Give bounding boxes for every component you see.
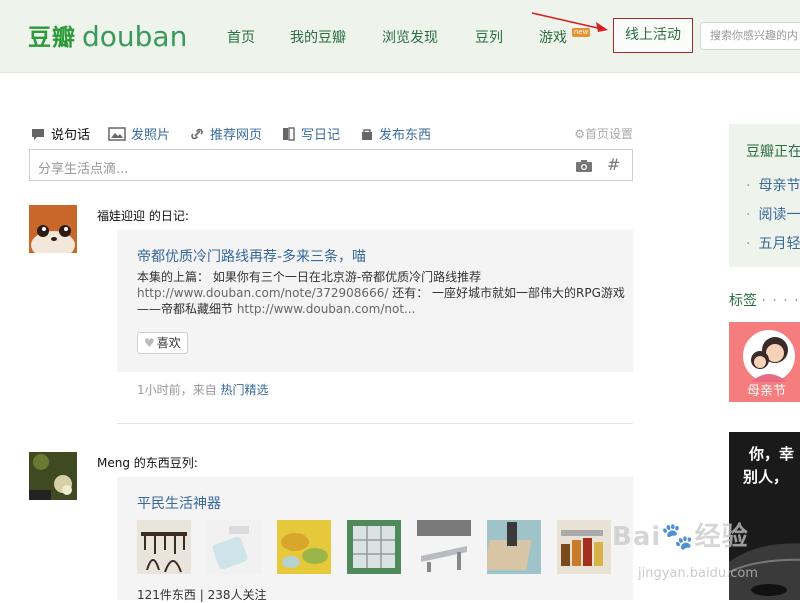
hashtag-icon[interactable]: # — [607, 155, 620, 174]
hot-picks-link[interactable]: 热门精选 — [220, 383, 268, 397]
promo-label: 母亲节 — [747, 384, 787, 399]
trending-item[interactable]: 五月轻 — [746, 233, 800, 253]
bag-icon — [362, 128, 372, 140]
status-composer-input[interactable]: 分享生活点滴... # — [29, 149, 633, 181]
thumb-coat-hooks[interactable] — [137, 520, 191, 574]
tags-label: 标签 — [729, 293, 757, 309]
thumb-lunch-boxes[interactable] — [277, 520, 331, 574]
trending-title: 豆瓣正在 — [746, 144, 800, 160]
fox-avatar-image — [29, 205, 77, 253]
feed-timestamp: 1小时前，来自 热门精选 — [137, 381, 268, 398]
excerpt-url-2[interactable]: http://www.douban.com/not... — [237, 302, 416, 316]
feed-divider — [117, 423, 633, 424]
mothers-day-promo[interactable]: 母亲节 — [729, 322, 800, 402]
trending-box: 豆瓣正在 母亲节 阅读一 五月轻 — [729, 124, 800, 267]
online-activity-button[interactable]: 线上活动 — [613, 18, 693, 53]
heart-icon: ♥ — [144, 336, 155, 350]
search-input[interactable]: 搜索你感兴趣的内 — [700, 22, 800, 50]
feed-author-line: Meng 的东西豆列: — [97, 456, 198, 470]
camera-icon[interactable] — [575, 159, 593, 173]
excerpt-line-2-text: 还有： 一座好城市就如一部伟大的RPG游戏 — [388, 286, 625, 300]
post-photo-button[interactable]: 发照片 — [108, 124, 170, 143]
excerpt-url-1[interactable]: http://www.douban.com/note/372908666/ — [137, 286, 388, 300]
trending-item[interactable]: 母亲节 — [746, 175, 800, 195]
excerpt-line-2: http://www.douban.com/note/372908666/ 还有… — [137, 285, 625, 301]
thumb-storage-rack[interactable] — [347, 520, 401, 574]
thumb-floor-mat[interactable] — [487, 520, 541, 574]
composer-actions: 说句话 发照片 推荐网页 写日记 发布东西 ⚙首页设置 — [30, 124, 633, 143]
gear-icon: ⚙ — [574, 127, 585, 141]
write-diary-label: 写日记 — [301, 128, 341, 143]
thumb-cleaning-tool[interactable] — [207, 520, 261, 574]
nav-explore[interactable]: 浏览发现 — [382, 27, 438, 47]
publish-item-label: 发布东西 — [379, 128, 432, 143]
book-icon — [283, 126, 295, 141]
like-label: 喜欢 — [156, 336, 181, 350]
diary-card: 帝都优质冷门路线再荐-多来三条，喵 本集的上篇： 如果你有三个一日在北京游-帝都… — [117, 230, 633, 372]
avatar[interactable] — [29, 205, 77, 253]
post-photo-label: 发照片 — [131, 128, 171, 143]
baidu-jingyan-watermark: Bai🐾经验 — [612, 522, 749, 552]
thumb-spice-jars[interactable] — [557, 520, 611, 574]
avatar[interactable] — [29, 452, 77, 500]
trending-item[interactable]: 阅读一 — [746, 204, 800, 224]
feed-author-line: 福娃迎迎 的日记: — [97, 209, 189, 223]
timestamp-text: 1小时前，来自 — [137, 383, 221, 397]
logo-chinese: 豆瓣 — [28, 25, 76, 51]
logo-english: douban — [82, 20, 188, 53]
tags-dots: · · · · · — [761, 293, 800, 309]
say-something-label: 说句话 — [51, 128, 91, 143]
speech-bubble-icon — [32, 128, 44, 140]
home-settings-label: 首页设置 — [584, 127, 633, 141]
watermark-url: jingyan.baidu.com — [638, 566, 758, 581]
diary-excerpt: 本集的上篇： 如果你有三个一日在北京游-帝都优质冷门路线推荐 http://ww… — [137, 269, 625, 317]
promo-line-1: 你，幸 — [749, 445, 795, 463]
say-something-button[interactable]: 说句话 — [30, 124, 90, 143]
doulist-stats: 121件东西 | 238人关注 — [137, 588, 267, 602]
flower-avatar-image — [29, 452, 77, 500]
nav-home[interactable]: 首页 — [227, 27, 255, 47]
like-button[interactable]: ♥ 喜欢 — [137, 332, 188, 354]
tags-heading: 标签 · · · · · — [729, 290, 800, 310]
doulist-title[interactable]: 平民生活神器 — [137, 493, 221, 513]
recommend-web-button[interactable]: 推荐网页 — [189, 124, 262, 143]
home-settings-link[interactable]: ⚙首页设置 — [574, 125, 633, 142]
excerpt-line-3: ——帝都私藏细节 http://www.douban.com/not... — [137, 301, 625, 317]
thumb-laptop-stand[interactable] — [417, 520, 471, 574]
top-navigation-bar: 豆瓣 douban 首页 我的豆瓣 浏览发现 豆列 游戏 new 线上活动 搜索… — [0, 0, 800, 73]
diary-title[interactable]: 帝都优质冷门路线再荐-多来三条，喵 — [137, 246, 366, 266]
recommend-web-label: 推荐网页 — [210, 128, 263, 143]
excerpt-line-1: 本集的上篇： 如果你有三个一日在北京游-帝都优质冷门路线推荐 — [137, 270, 482, 284]
composer-placeholder: 分享生活点滴... — [38, 162, 129, 177]
photo-icon — [108, 126, 126, 141]
excerpt-line-3-text: ——帝都私藏细节 — [137, 302, 237, 316]
publish-item-button[interactable]: 发布东西 — [360, 124, 431, 143]
promo-line-2: 别人， — [743, 468, 789, 486]
nav-doulist[interactable]: 豆列 — [475, 27, 503, 47]
red-arrow-annotation — [531, 12, 608, 32]
nav-my-douban[interactable]: 我的豆瓣 — [290, 27, 346, 47]
write-diary-button[interactable]: 写日记 — [282, 124, 340, 143]
link-icon — [191, 128, 203, 139]
